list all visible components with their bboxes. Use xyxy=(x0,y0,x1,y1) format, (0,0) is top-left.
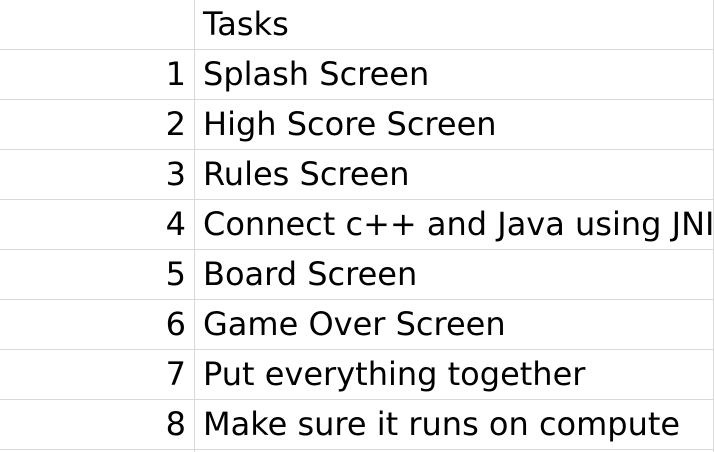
table-row: 6 Game Over Screen xyxy=(0,300,714,350)
task-number-cell[interactable]: 6 xyxy=(0,300,195,350)
task-name-cell[interactable]: Splash Screen xyxy=(195,50,714,100)
table-row: 7 Put everything together xyxy=(0,350,714,400)
task-name-cell[interactable]: Connect c++ and Java using JNI xyxy=(195,200,714,250)
task-number-cell[interactable]: 4 xyxy=(0,200,195,250)
task-number-cell[interactable]: 8 xyxy=(0,400,195,450)
task-number-cell[interactable]: 2 xyxy=(0,100,195,150)
task-name-cell[interactable]: Game Over Screen xyxy=(195,300,714,350)
task-name-cell[interactable]: Board Screen xyxy=(195,250,714,300)
task-number-cell[interactable]: 5 xyxy=(0,250,195,300)
header-row: Tasks xyxy=(0,0,714,50)
header-number-cell[interactable] xyxy=(0,0,195,50)
table-row: 1 Splash Screen xyxy=(0,50,714,100)
task-number-cell[interactable]: 7 xyxy=(0,350,195,400)
task-name-cell[interactable]: Put everything together xyxy=(195,350,714,400)
task-name-cell[interactable]: High Score Screen xyxy=(195,100,714,150)
table-row: 5 Board Screen xyxy=(0,250,714,300)
table-row: 2 High Score Screen xyxy=(0,100,714,150)
spreadsheet-grid: Tasks 1 Splash Screen 2 High Score Scree… xyxy=(0,0,714,452)
task-name-cell[interactable]: Rules Screen xyxy=(195,150,714,200)
header-tasks-cell[interactable]: Tasks xyxy=(195,0,714,50)
task-name-cell[interactable]: Make sure it runs on compute xyxy=(195,400,714,450)
table-row: 4 Connect c++ and Java using JNI xyxy=(0,200,714,250)
table-row: 8 Make sure it runs on compute xyxy=(0,400,714,450)
task-number-cell[interactable]: 3 xyxy=(0,150,195,200)
task-number-cell[interactable]: 1 xyxy=(0,50,195,100)
table-row: 3 Rules Screen xyxy=(0,150,714,200)
